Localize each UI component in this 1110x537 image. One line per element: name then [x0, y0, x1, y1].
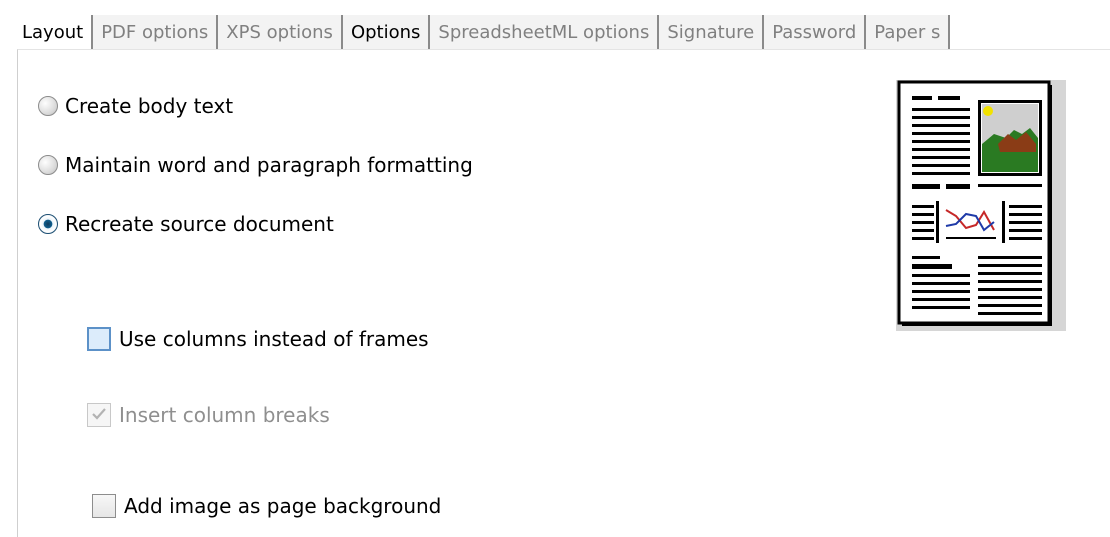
tab-xps-options[interactable]: XPS options	[218, 15, 343, 50]
tab-signature[interactable]: Signature	[659, 15, 765, 50]
radio-label: Recreate source document	[65, 212, 334, 236]
tab-paper-size[interactable]: Paper s	[866, 15, 951, 50]
radio-recreate-source-document[interactable]: Recreate source document	[38, 212, 334, 236]
radio-button-unselected[interactable]	[38, 96, 58, 116]
radio-maintain-formatting[interactable]: Maintain word and paragraph formatting	[38, 153, 473, 177]
checkbox-insert-column-breaks: Insert column breaks	[87, 403, 330, 427]
tab-options[interactable]: Options	[342, 15, 431, 50]
checkbox-label: Add image as page background	[124, 494, 442, 518]
checkbox-use-columns[interactable]: Use columns instead of frames	[87, 327, 429, 351]
checkbox-label: Insert column breaks	[119, 403, 330, 427]
tab-layout[interactable]: Layout	[14, 15, 94, 50]
tab-pdf-options[interactable]: PDF options	[93, 15, 219, 50]
checkmark-icon	[92, 408, 106, 420]
radio-create-body-text[interactable]: Create body text	[38, 94, 233, 118]
document-layout-preview-icon	[896, 80, 1066, 331]
tab-bar: Layout PDF options XPS options Options S…	[14, 15, 1110, 50]
checkbox-label: Use columns instead of frames	[119, 327, 429, 351]
checkbox-box-disabled	[87, 403, 111, 427]
checkbox-box[interactable]	[87, 327, 111, 351]
radio-label: Create body text	[65, 94, 234, 118]
tab-spreadsheetml-options[interactable]: SpreadsheetML options	[430, 15, 660, 50]
radio-button-unselected[interactable]	[38, 155, 58, 175]
radio-button-selected[interactable]	[38, 214, 58, 234]
tab-password[interactable]: Password	[764, 15, 867, 50]
checkbox-box[interactable]	[92, 494, 116, 518]
checkbox-add-image-background[interactable]: Add image as page background	[92, 494, 441, 518]
radio-label: Maintain word and paragraph formatting	[65, 153, 473, 177]
